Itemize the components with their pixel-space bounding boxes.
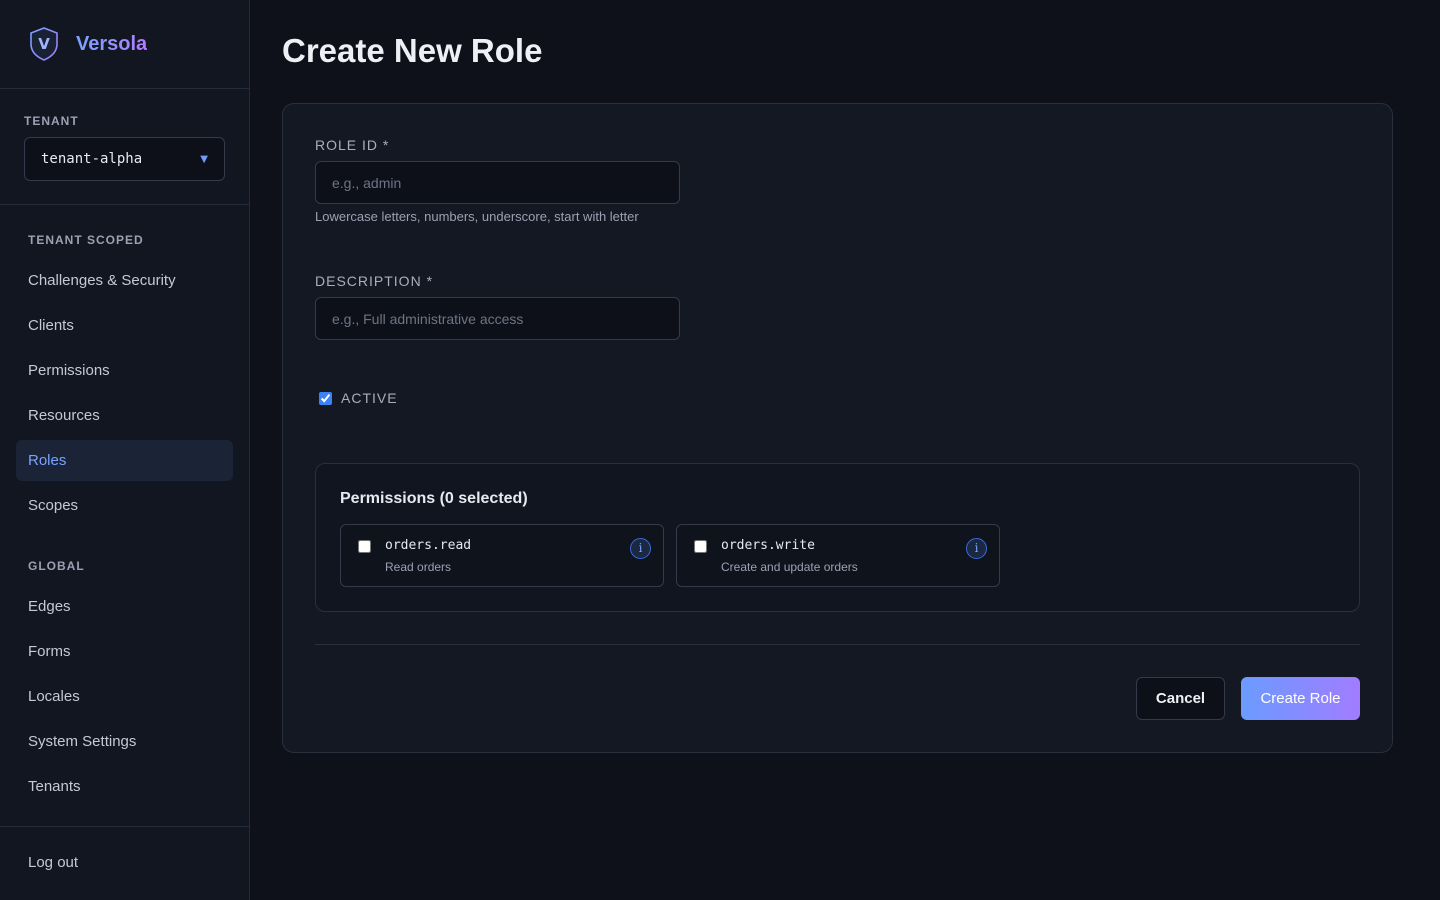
page-title: Create New Role [282, 32, 543, 69]
description-label: DESCRIPTION * [315, 273, 434, 289]
description-input[interactable] [315, 297, 680, 340]
tenant-label: TENANT [24, 114, 79, 128]
sidebar-item-challenges-security[interactable]: Challenges & Security [16, 260, 233, 301]
permission-description: Create and update orders [721, 560, 858, 574]
permission-checkbox-orders-write[interactable] [694, 540, 707, 553]
permission-item-orders-read[interactable]: orders.read Read orders i [340, 524, 664, 587]
sidebar-nav: TENANT SCOPED Challenges & Security Clie… [0, 206, 249, 826]
role-id-label: ROLE ID * [315, 137, 390, 153]
create-role-form: ROLE ID * Lowercase letters, numbers, un… [282, 103, 1393, 753]
form-divider [315, 644, 1360, 645]
sidebar-item-scopes[interactable]: Scopes [16, 485, 233, 526]
logout-button[interactable]: Log out [0, 826, 249, 900]
role-id-hint: Lowercase letters, numbers, underscore, … [315, 209, 639, 224]
create-role-button[interactable]: Create Role [1241, 677, 1360, 720]
sidebar-item-roles[interactable]: Roles [16, 440, 233, 481]
sidebar-item-locales[interactable]: Locales [16, 676, 233, 717]
tenant-select[interactable]: tenant-alpha ▼ [24, 137, 225, 181]
sidebar-item-permissions[interactable]: Permissions [16, 350, 233, 391]
svg-text:V: V [38, 35, 50, 53]
chevron-down-icon: ▼ [200, 153, 208, 165]
cancel-button[interactable]: Cancel [1136, 677, 1225, 720]
brand[interactable]: V Versola [0, 0, 249, 89]
brand-name: Versola [76, 32, 148, 55]
active-toggle[interactable]: ACTIVE [319, 390, 398, 406]
permissions-panel: Permissions (0 selected) orders.read Rea… [315, 463, 1360, 612]
active-checkbox[interactable] [319, 391, 332, 405]
permission-description: Read orders [385, 560, 452, 574]
sidebar-item-system-settings[interactable]: System Settings [16, 721, 233, 762]
shield-logo-icon: V [30, 27, 58, 61]
tenant-select-value: tenant-alpha [41, 151, 143, 167]
sidebar-item-forms[interactable]: Forms [16, 631, 233, 672]
info-icon[interactable]: i [966, 538, 987, 559]
tenant-selector-block: TENANT tenant-alpha ▼ [0, 89, 249, 205]
sidebar: V Versola TENANT tenant-alpha ▼ TENANT S… [0, 0, 250, 900]
role-id-input[interactable] [315, 161, 680, 204]
sidebar-item-edges[interactable]: Edges [16, 586, 233, 627]
permission-checkbox-orders-read[interactable] [358, 540, 371, 553]
active-label: ACTIVE [341, 390, 398, 406]
info-icon[interactable]: i [630, 538, 651, 559]
sidebar-item-users[interactable]: Users [16, 811, 233, 826]
nav-group-global: GLOBAL [28, 559, 85, 573]
permissions-title: Permissions (0 selected) [340, 490, 528, 507]
sidebar-item-clients[interactable]: Clients [16, 305, 233, 346]
permission-name: orders.read [385, 538, 472, 553]
sidebar-item-resources[interactable]: Resources [16, 395, 233, 436]
sidebar-item-tenants[interactable]: Tenants [16, 766, 233, 807]
nav-group-tenant-scoped: TENANT SCOPED [28, 233, 144, 247]
permission-name: orders.write [721, 538, 815, 553]
permission-item-orders-write[interactable]: orders.write Create and update orders i [676, 524, 1000, 587]
